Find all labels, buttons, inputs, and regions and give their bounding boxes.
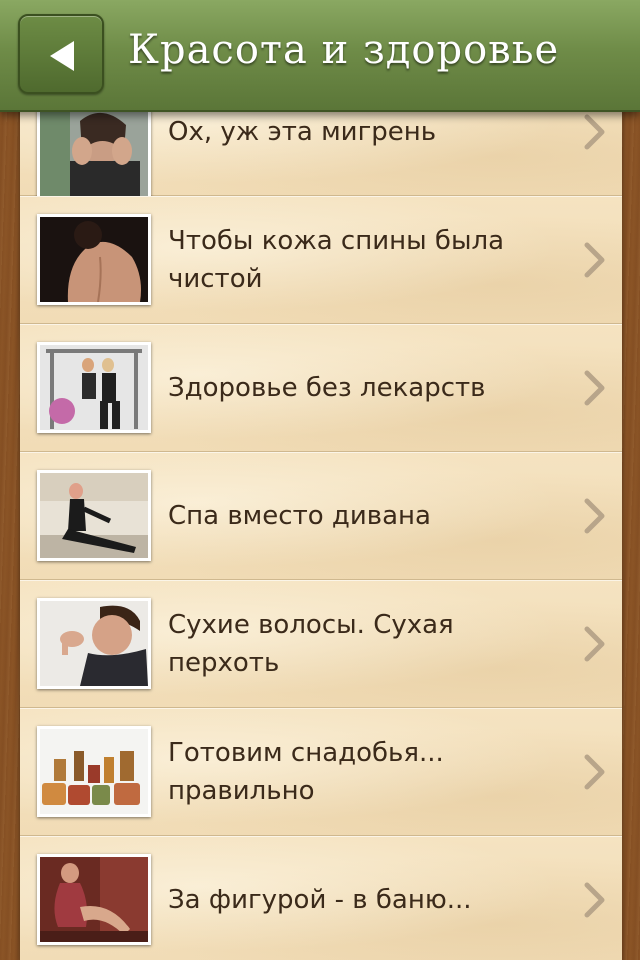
article-thumbnail [37, 214, 151, 305]
article-title: Спа вместо дивана [168, 500, 431, 531]
list-item[interactable]: Готовим снадобья... правильно [20, 708, 622, 836]
chevron-right-icon [584, 498, 605, 533]
chevron-right-icon [584, 114, 605, 149]
chevron-right-icon [584, 370, 605, 405]
list-item[interactable]: Сухие волосы. Сухая перхоть [20, 580, 622, 708]
article-title: Чтобы кожа спины была чистой [168, 225, 505, 294]
woman-headache-photo [40, 111, 148, 196]
article-title: Сухие волосы. Сухая перхоть [168, 609, 454, 678]
page-title: Красота и здоровье [128, 27, 560, 73]
list-item[interactable]: За фигурой - в баню... [20, 836, 622, 960]
back-button[interactable] [18, 14, 104, 94]
article-thumbnail [37, 726, 151, 817]
article-thumbnail [37, 854, 151, 945]
back-arrow-icon [50, 41, 74, 71]
chevron-right-icon [584, 882, 605, 917]
woman-sauna-photo [40, 857, 148, 942]
man-dandruff-photo [40, 601, 148, 686]
woman-stretching-photo [40, 473, 148, 558]
navigation-bar: Красота и здоровье [0, 0, 640, 112]
article-title: Здоровье без лекарств [168, 372, 486, 403]
list-item[interactable]: Здоровье без лекарств [20, 324, 622, 452]
list-item[interactable]: Чтобы кожа спины была чистой [20, 196, 622, 324]
chevron-right-icon [584, 626, 605, 661]
herbal-jars-photo [40, 729, 148, 814]
article-thumbnail [37, 598, 151, 689]
article-thumbnail [37, 470, 151, 561]
article-title: Готовим снадобья... правильно [168, 737, 444, 806]
list-item[interactable]: Спа вместо дивана [20, 452, 622, 580]
article-thumbnail [37, 342, 151, 433]
chevron-right-icon [584, 754, 605, 789]
article-list: Ох, уж эта мигрень Чтобы кожа спины была… [20, 68, 622, 960]
article-thumbnail [37, 108, 151, 199]
chevron-right-icon [584, 242, 605, 277]
article-title: За фигурой - в баню... [168, 884, 472, 915]
gym-equipment-photo [40, 345, 148, 430]
bare-back-photo [40, 217, 148, 302]
